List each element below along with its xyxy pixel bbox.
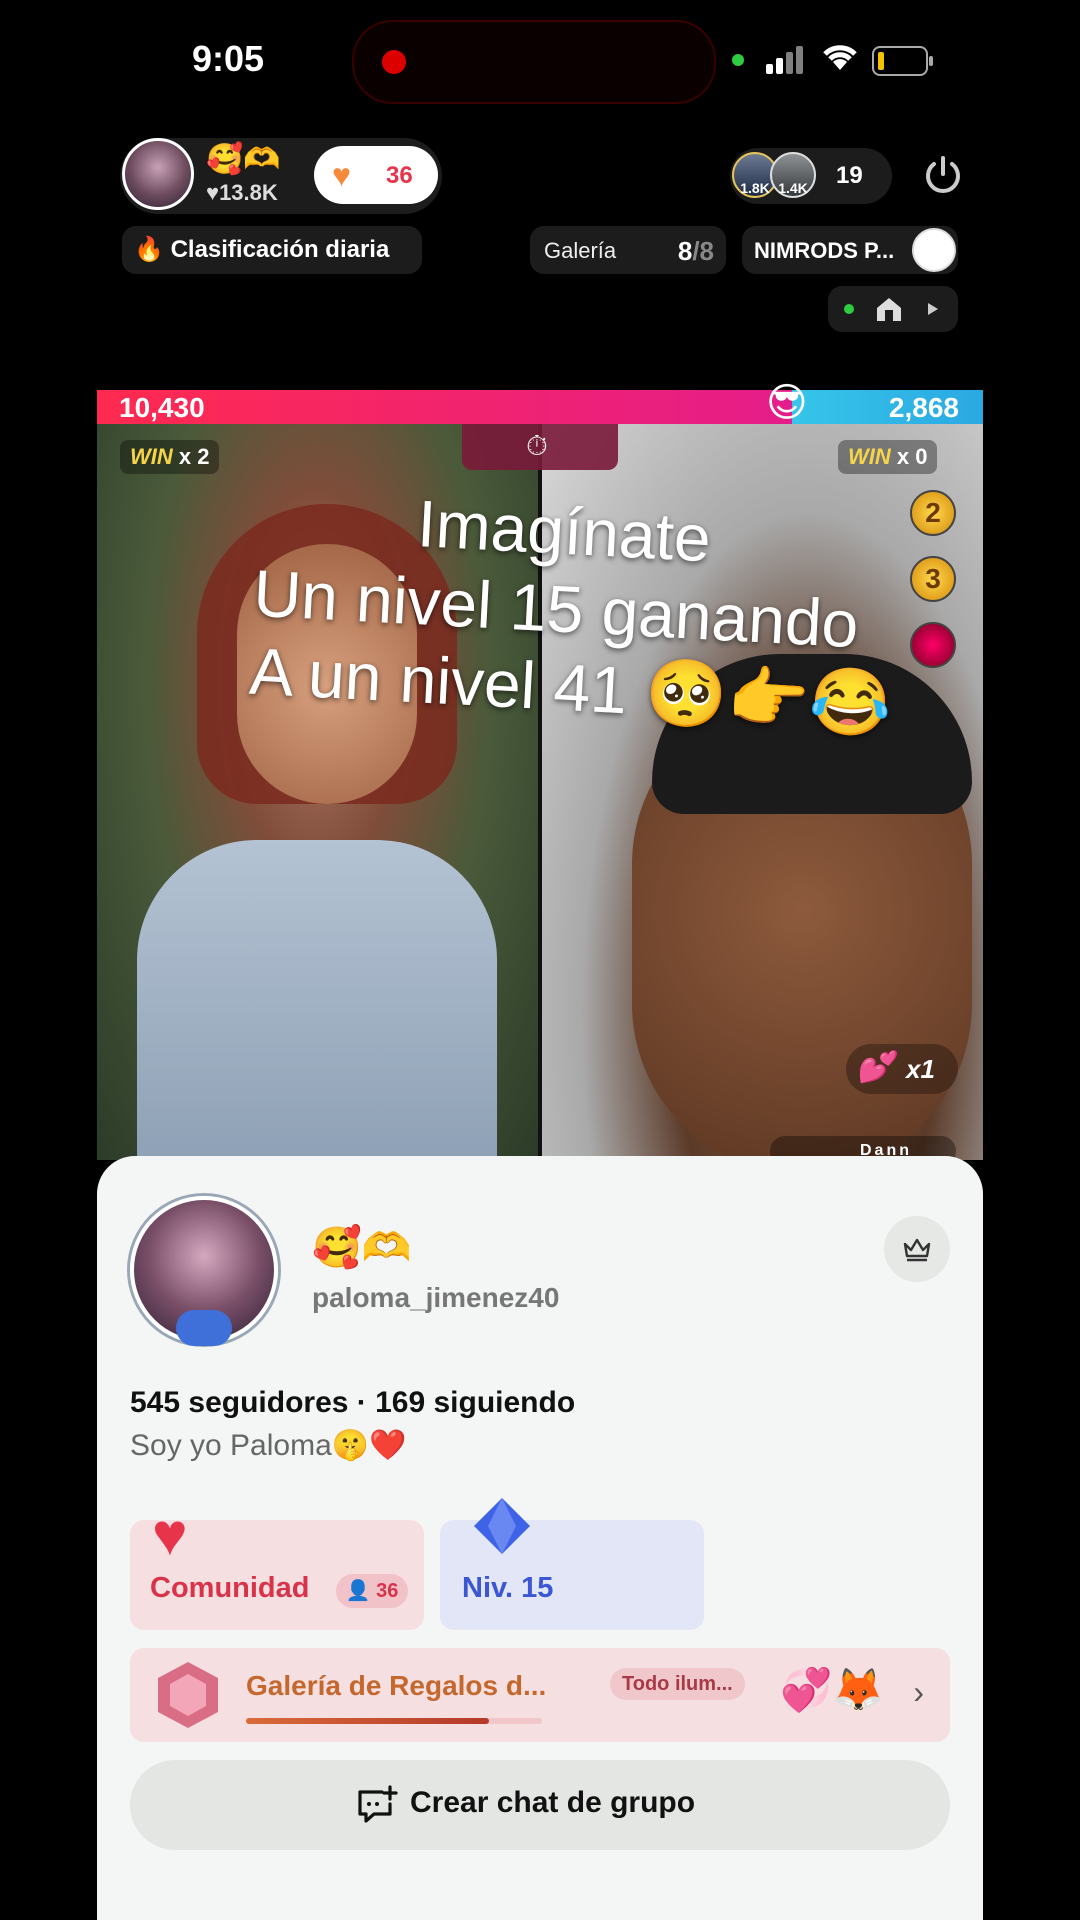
follower-stats: 545 seguidores · 169 siguiendo	[130, 1386, 576, 1419]
battle-score-bar: 10,430 2,868 😎	[97, 381, 983, 425]
crown-icon	[903, 1238, 931, 1262]
gift-gallery-tag: Todo ilum...	[610, 1668, 745, 1700]
flame-icon: 🔥	[134, 236, 164, 263]
hearts-icon: 💕	[856, 1051, 894, 1084]
host-likes: ♥13.8K	[206, 180, 278, 205]
profile-username: paloma_jimenez40	[312, 1282, 560, 1313]
multiplier-value: x1	[906, 1054, 935, 1084]
gallery-count: 8/8	[677, 236, 714, 266]
nimrods-button[interactable]: NIMRODS P...	[742, 226, 958, 274]
profile-display-name: 🥰🫶	[312, 1226, 412, 1270]
community-button[interactable]: ♥ Comunidad 👤 36	[130, 1501, 424, 1630]
viewer-avatar-label: 1.4K	[778, 180, 808, 196]
left-win-count: WIN x 2	[120, 440, 220, 474]
home-icon[interactable]	[874, 295, 904, 323]
gift-gallery-label: Galería de Regalos d...	[246, 1670, 547, 1701]
power-icon[interactable]	[918, 150, 968, 200]
status-time: 9:05	[192, 38, 265, 79]
follow-heart-button[interactable]: ♥ 36	[314, 146, 438, 204]
cellular-signal-icon	[766, 46, 806, 74]
host-name-emoji: 🥰🫶	[206, 143, 281, 176]
profile-bio: Soy yo Paloma🤫❤️	[130, 1429, 407, 1462]
recording-indicator-icon	[382, 50, 406, 74]
create-group-chat-label: Crear chat de grupo	[410, 1786, 696, 1819]
wifi-icon	[823, 45, 857, 70]
left-score: 10,430	[119, 392, 205, 423]
battle-timer: ⏱	[462, 424, 618, 470]
multiplier-badge[interactable]: 💕 x1	[846, 1044, 958, 1094]
mini-controls[interactable]	[828, 286, 958, 332]
nimrods-label: NIMRODS P...	[754, 238, 895, 263]
right-score: 2,868	[888, 392, 959, 423]
community-count-badge: 👤 36	[336, 1574, 408, 1608]
community-label: Comunidad	[150, 1572, 310, 1604]
host-avatar[interactable]	[122, 138, 194, 210]
daily-ranking-label: Clasificación diaria	[170, 236, 390, 263]
gift-gallery-bar[interactable]: Galería de Regalos d... Todo ilum... 💞🦊 …	[130, 1648, 950, 1742]
nimrods-thumbnail	[912, 228, 956, 272]
gallery-button[interactable]: Galería 8/8	[530, 226, 726, 274]
live-dot-icon	[844, 304, 854, 314]
viewer-list[interactable]: 1.8K 1.4K 19	[730, 148, 892, 204]
privacy-dot-icon	[732, 54, 744, 66]
heart-icon: ♥	[332, 157, 351, 193]
daily-ranking-button[interactable]: 🔥 Clasificación diaria	[122, 226, 422, 274]
gallery-label: Galería	[544, 238, 617, 263]
heart-mascot-icon: ♥	[152, 1501, 188, 1568]
dynamic-island	[352, 20, 716, 104]
viewer-count: 19	[836, 162, 863, 189]
lotus-badge-icon	[176, 1310, 232, 1346]
create-group-chat-button[interactable]: Crear chat de grupo	[130, 1760, 950, 1850]
level-label: Niv. 15	[462, 1572, 554, 1604]
status-icons	[730, 40, 940, 80]
viewer-avatar[interactable]: 1.4K	[770, 152, 816, 198]
viewer-avatar-label: 1.8K	[740, 180, 770, 196]
play-arrow-icon[interactable]	[926, 301, 940, 317]
level-button[interactable]: Niv. 15	[440, 1498, 704, 1630]
right-win-count: WIN x 0	[838, 440, 938, 474]
chevron-right-icon: ›	[913, 1674, 924, 1710]
chat-add-icon	[358, 1785, 398, 1823]
gift-stickers-icon: 💞🦊	[780, 1666, 885, 1713]
crown-button[interactable]	[884, 1216, 950, 1282]
battery-icon	[872, 46, 933, 76]
like-count: 36	[386, 162, 413, 189]
stopwatch-icon: ⏱	[526, 430, 548, 461]
sunglasses-emoji-icon: 😎	[766, 381, 808, 425]
gift-gallery-progress	[246, 1718, 542, 1724]
gift-gallery-gem-icon	[158, 1662, 218, 1728]
overlay-caption: Imagínate Un nivel 15 ganando A un nivel…	[138, 470, 949, 746]
level-gem-icon	[474, 1498, 530, 1554]
